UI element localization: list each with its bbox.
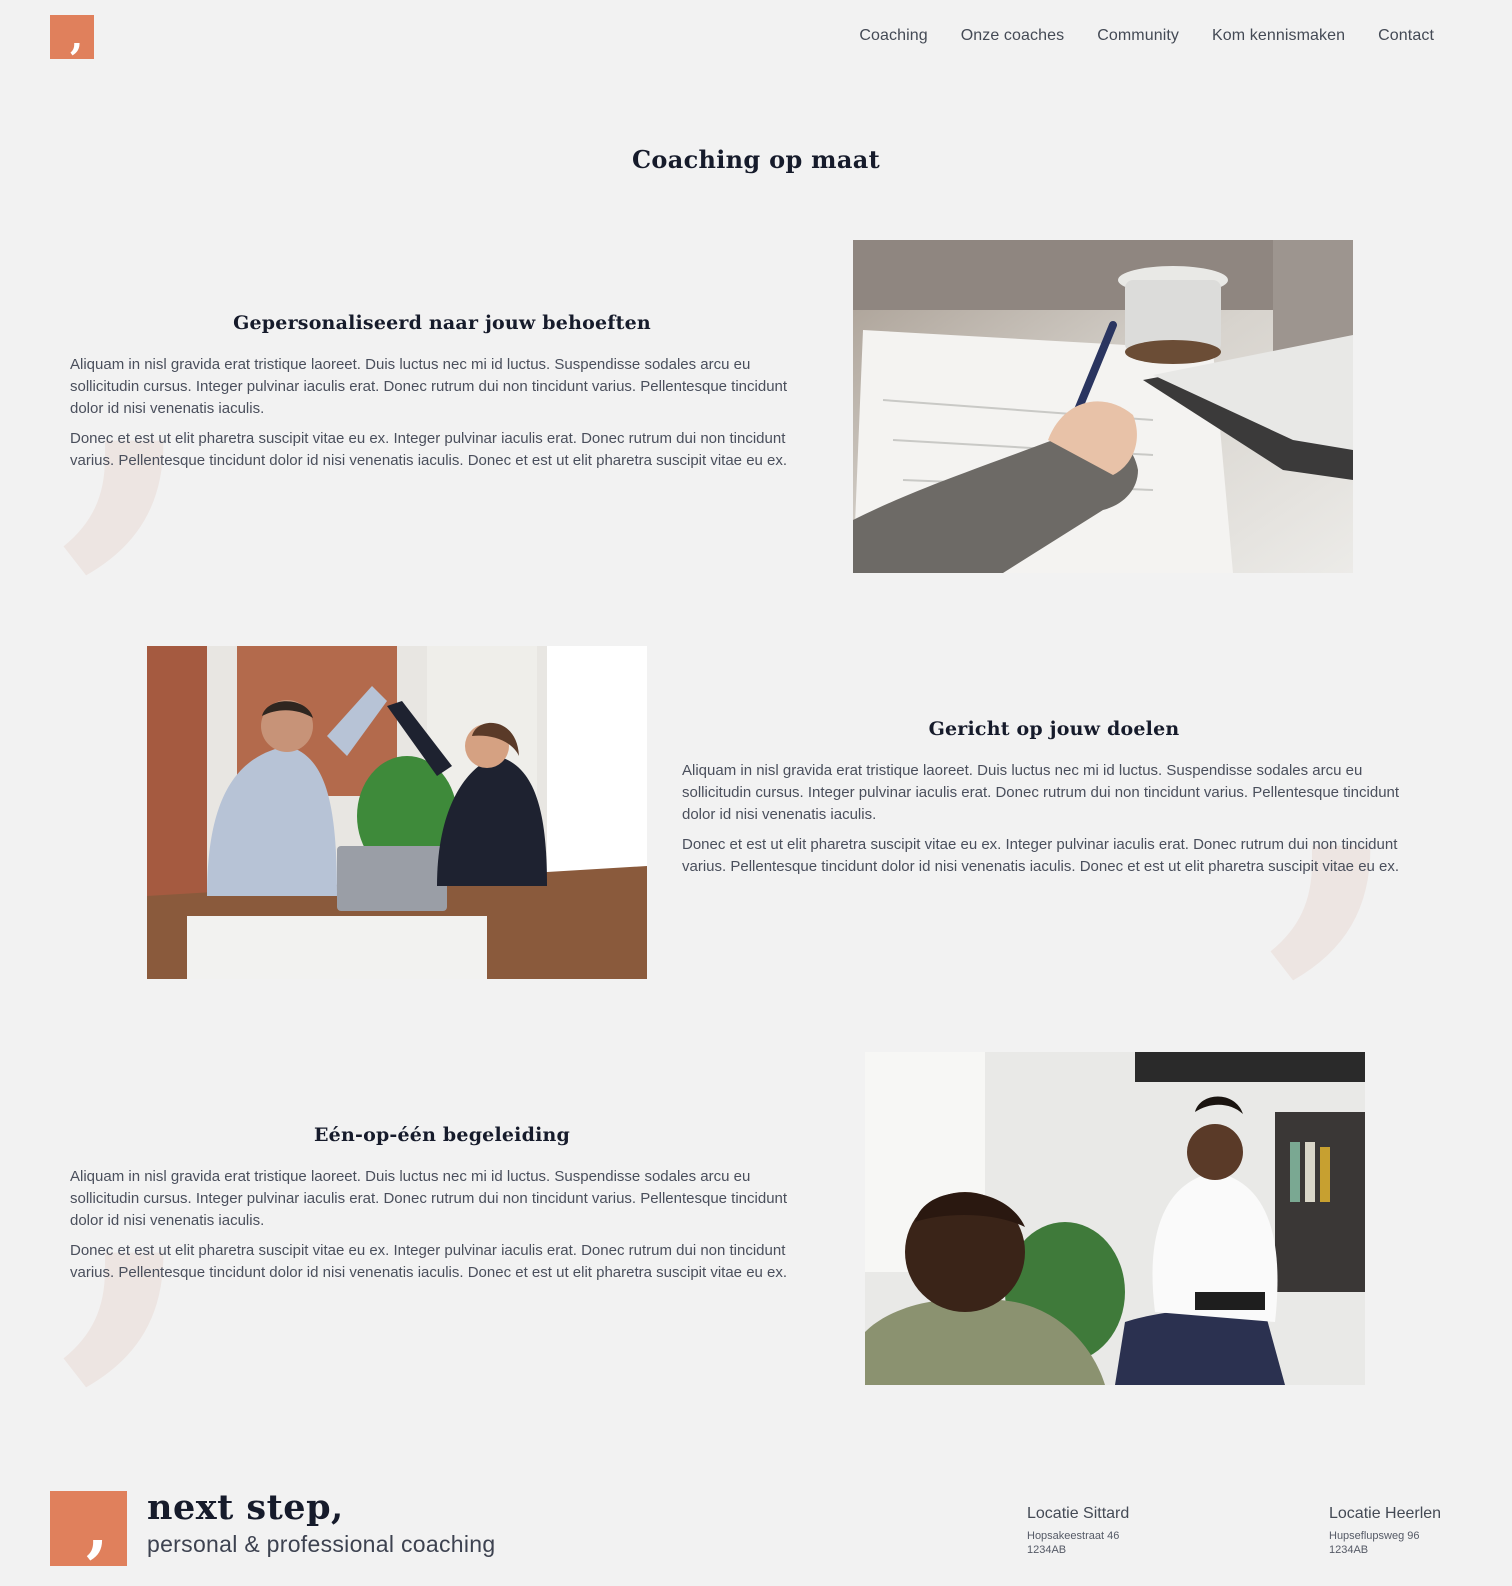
logo-link[interactable]: , — [50, 15, 94, 59]
high-five-office-photo — [147, 646, 647, 979]
section-personalised: Gepersonaliseerd naar jouw behoeften Ali… — [70, 312, 814, 480]
brand-tagline: personal & professional coaching — [147, 1531, 496, 1557]
footer-logo[interactable]: , — [50, 1491, 127, 1566]
location-street: Hupseflupsweg 96 — [1329, 1530, 1420, 1542]
nav-community[interactable]: Community — [1097, 27, 1179, 45]
nav-coaching[interactable]: Coaching — [859, 27, 927, 45]
section-paragraph: Aliquam in nisl gravida erat tristique l… — [70, 1168, 788, 1229]
section-paragraph: Donec et est ut elit pharetra suscipit v… — [682, 836, 1400, 875]
main-nav: Coaching Onze coaches Community Kom kenn… — [859, 27, 1434, 45]
logo-comma-icon: , — [70, 13, 84, 58]
location-heerlen: Locatie Heerlen Hupseflupsweg 96 1234AB — [1329, 1505, 1441, 1557]
location-sittard: Locatie Sittard Hopsakeestraat 46 1234AB — [1027, 1505, 1129, 1557]
section-heading: Gericht op jouw doelen — [928, 718, 1180, 740]
nav-contact[interactable]: Contact — [1378, 27, 1434, 45]
location-title: Locatie Heerlen — [1329, 1505, 1442, 1522]
section-goals: Gericht op jouw doelen Aliquam in nisl g… — [682, 718, 1426, 886]
section-paragraph: Aliquam in nisl gravida erat tristique l… — [682, 762, 1400, 823]
person-writing-notes-photo — [853, 240, 1353, 573]
brand-name: next step, — [147, 1487, 344, 1528]
nav-kom-kennismaken[interactable]: Kom kennismaken — [1212, 27, 1345, 45]
page-title: Coaching op maat — [632, 145, 880, 174]
section-paragraph: Donec et est ut elit pharetra suscipit v… — [70, 430, 788, 469]
location-title: Locatie Sittard — [1027, 1505, 1130, 1522]
section-heading: Eén-op-één begeleiding — [314, 1124, 570, 1146]
location-street: Hopsakeestraat 46 — [1027, 1530, 1120, 1542]
logo-comma-icon: , — [86, 1491, 109, 1566]
location-postcode: 1234AB — [1329, 1544, 1369, 1556]
section-heading: Gepersonaliseerd naar jouw behoeften — [233, 312, 651, 334]
coaching-session-photo — [865, 1052, 1365, 1385]
location-postcode: 1234AB — [1027, 1544, 1067, 1556]
nav-onze-coaches[interactable]: Onze coaches — [961, 27, 1064, 45]
section-one-on-one: Eén-op-één begeleiding Aliquam in nisl g… — [70, 1124, 814, 1292]
section-paragraph: Aliquam in nisl gravida erat tristique l… — [70, 356, 788, 417]
section-paragraph: Donec et est ut elit pharetra suscipit v… — [70, 1242, 788, 1281]
